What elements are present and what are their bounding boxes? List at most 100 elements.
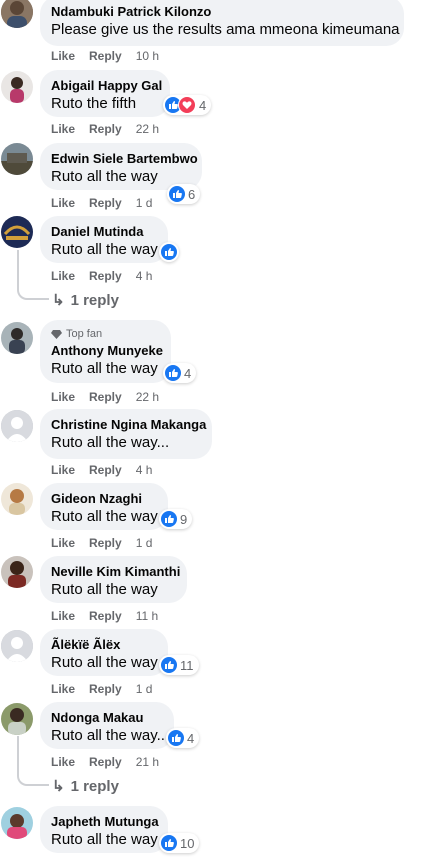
- comment-bubble: Neville Kim Kimanthi Ruto all the way: [40, 556, 187, 603]
- reply-button[interactable]: Reply: [89, 755, 122, 769]
- timestamp[interactable]: 21 h: [136, 755, 159, 769]
- reaction-summary[interactable]: [159, 242, 179, 262]
- reaction-summary[interactable]: 4: [166, 728, 200, 748]
- thread-line: [17, 736, 49, 786]
- default-avatar-icon: [1, 410, 33, 442]
- timestamp[interactable]: 22 h: [136, 122, 159, 136]
- comment-bubble: Ãlëkïë Ãlëx Ruto all the way: [40, 629, 168, 676]
- reply-button[interactable]: Reply: [89, 682, 122, 696]
- reply-button[interactable]: Reply: [89, 122, 122, 136]
- avatar[interactable]: [1, 322, 33, 354]
- reply-arrow-icon: ↳: [52, 778, 65, 795]
- comment-actions: Like Reply 1 d: [51, 536, 152, 550]
- avatar[interactable]: [1, 71, 33, 103]
- like-button[interactable]: Like: [51, 682, 75, 696]
- comment-actions: Like Reply 4 h: [51, 269, 152, 283]
- timestamp[interactable]: 1 d: [136, 536, 153, 550]
- avatar-photo-icon: [1, 322, 33, 354]
- like-reaction-icon: [161, 835, 177, 851]
- avatar-photo-icon: [1, 143, 33, 175]
- comment-actions: Like Reply 22 h: [51, 122, 159, 136]
- reply-button[interactable]: Reply: [89, 196, 122, 210]
- view-replies-link[interactable]: ↳ 1 reply: [52, 291, 119, 310]
- timestamp[interactable]: 10 h: [136, 49, 159, 63]
- timestamp[interactable]: 1 d: [136, 682, 153, 696]
- like-reaction-icon: [169, 186, 185, 202]
- badge-label: Top fan: [66, 328, 103, 340]
- comment-actions: Like Reply 11 h: [51, 609, 158, 623]
- reply-button[interactable]: Reply: [89, 269, 122, 283]
- like-button[interactable]: Like: [51, 390, 75, 404]
- author-name[interactable]: Ndonga Makau: [51, 710, 162, 726]
- author-name[interactable]: Daniel Mutinda: [51, 224, 156, 240]
- like-button[interactable]: Like: [51, 609, 75, 623]
- reaction-summary[interactable]: 4: [163, 95, 212, 115]
- avatar-photo-icon: [1, 71, 33, 103]
- reaction-summary[interactable]: 4: [163, 363, 197, 383]
- reaction-summary[interactable]: 6: [167, 184, 201, 204]
- comment-actions: Like Reply 10 h: [51, 49, 159, 63]
- avatar-photo-icon: [1, 216, 33, 248]
- avatar[interactable]: [1, 216, 33, 248]
- reply-button[interactable]: Reply: [89, 390, 122, 404]
- author-name[interactable]: Anthony Munyeke: [51, 343, 163, 359]
- avatar[interactable]: [1, 143, 33, 175]
- comment-text: Ruto all the way..: [51, 727, 165, 744]
- timestamp[interactable]: 11 h: [136, 609, 158, 623]
- like-button[interactable]: Like: [51, 196, 75, 210]
- replies-count: 1 reply: [70, 291, 119, 309]
- replies-count: 1 reply: [70, 777, 119, 795]
- avatar[interactable]: [1, 483, 33, 515]
- timestamp[interactable]: 4 h: [136, 269, 153, 283]
- comment-bubble: Daniel Mutinda Ruto all the way: [40, 216, 168, 263]
- avatar-photo-icon: [1, 0, 33, 28]
- avatar-photo-icon: [1, 807, 33, 839]
- reaction-summary[interactable]: 10: [159, 833, 200, 853]
- comment-bubble: Christine Ngina Makanga Ruto all the way…: [40, 409, 212, 459]
- comment-text: Ruto all the way: [51, 241, 158, 258]
- author-name[interactable]: Edwin Siele Bartembwo: [51, 151, 198, 167]
- reaction-count: 10: [180, 835, 195, 851]
- author-name[interactable]: Christine Ngina Makanga: [51, 417, 206, 433]
- avatar-photo-icon: [1, 556, 33, 588]
- reply-button[interactable]: Reply: [89, 536, 122, 550]
- view-replies-link[interactable]: ↳ 1 reply: [52, 777, 119, 796]
- author-name[interactable]: Neville Kim Kimanthi: [51, 564, 180, 580]
- author-name[interactable]: Gideon Nzaghi: [51, 491, 156, 507]
- like-reaction-icon: [161, 244, 177, 260]
- comment-text: Ruto all the way: [51, 508, 158, 525]
- like-button[interactable]: Like: [51, 536, 75, 550]
- reply-arrow-icon: ↳: [52, 292, 65, 309]
- avatar[interactable]: [1, 630, 33, 662]
- like-button[interactable]: Like: [51, 269, 75, 283]
- author-name[interactable]: Ndambuki Patrick Kilonzo: [51, 4, 392, 20]
- comment-actions: Like Reply 1 d: [51, 682, 152, 696]
- like-reaction-icon: [165, 365, 181, 381]
- reply-button[interactable]: Reply: [89, 609, 122, 623]
- reaction-summary[interactable]: 11: [159, 655, 199, 675]
- timestamp[interactable]: 22 h: [136, 390, 159, 404]
- author-name[interactable]: Ãlëkïë Ãlëx: [51, 637, 156, 653]
- reaction-summary[interactable]: 9: [159, 509, 193, 529]
- timestamp[interactable]: 1 d: [136, 196, 153, 210]
- like-reaction-icon: [168, 730, 184, 746]
- avatar[interactable]: [1, 703, 33, 735]
- like-button[interactable]: Like: [51, 463, 75, 477]
- comment-bubble: Japheth Mutunga Ruto all the way: [40, 806, 168, 853]
- avatar[interactable]: [1, 0, 33, 28]
- author-name[interactable]: Japheth Mutunga: [51, 814, 159, 830]
- comment-text: Ruto the fifth: [51, 95, 137, 112]
- reaction-count: 6: [188, 186, 196, 202]
- avatar[interactable]: [1, 807, 33, 839]
- comment-bubble: Edwin Siele Bartembwo Ruto all the way: [40, 143, 202, 190]
- author-name[interactable]: Abigail Happy Gal: [51, 78, 162, 94]
- like-button[interactable]: Like: [51, 755, 75, 769]
- timestamp[interactable]: 4 h: [136, 463, 153, 477]
- reply-button[interactable]: Reply: [89, 49, 122, 63]
- diamond-icon: [51, 329, 62, 339]
- avatar[interactable]: [1, 410, 33, 442]
- like-button[interactable]: Like: [51, 49, 75, 63]
- like-button[interactable]: Like: [51, 122, 75, 136]
- avatar[interactable]: [1, 556, 33, 588]
- reply-button[interactable]: Reply: [89, 463, 122, 477]
